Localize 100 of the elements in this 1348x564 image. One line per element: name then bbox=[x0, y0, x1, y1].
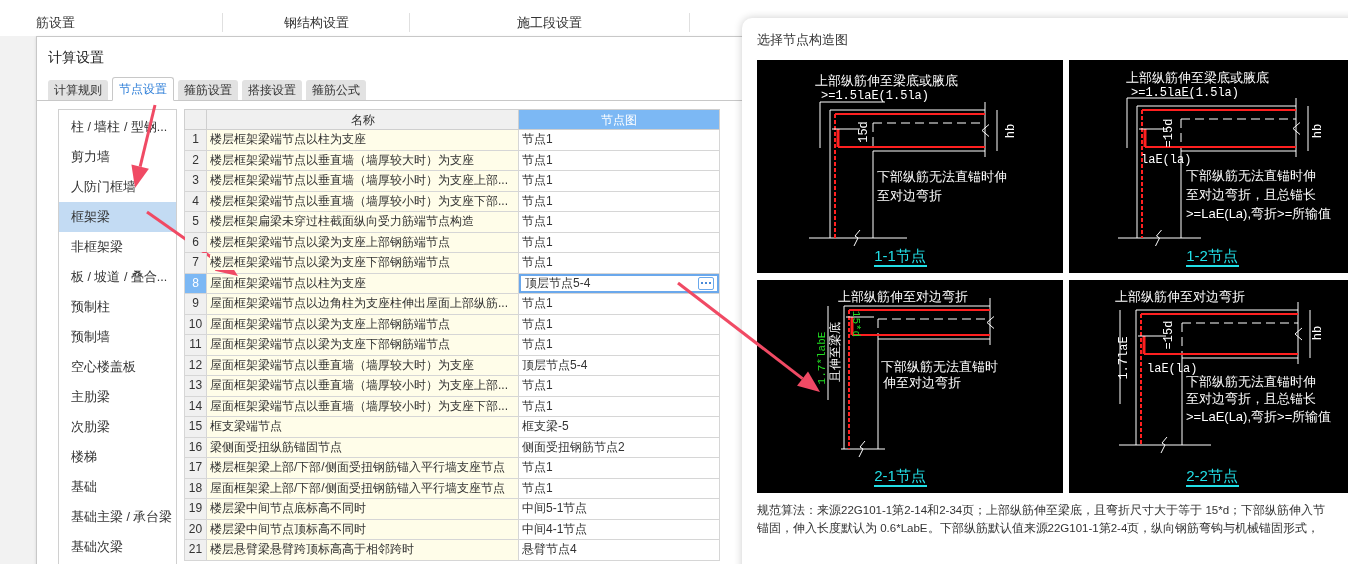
table-cell: 楼层框架扁梁未穿过柱截面纵向受力筋端节点构造 bbox=[210, 214, 474, 230]
row-number: 10 bbox=[185, 314, 207, 334]
description-text: 规范算法：来源22G101-1第2-14和2-34页；上部纵筋伸至梁底，且弯折尺寸大于等于 15*d；下部纵筋伸入节 bbox=[757, 503, 1326, 518]
row-number: 2 bbox=[185, 150, 207, 170]
tab[interactable]: 箍筋公式 bbox=[306, 80, 366, 100]
node-title-link[interactable]: 1-1节点 bbox=[874, 247, 926, 264]
category-item[interactable]: 预制柱 bbox=[59, 292, 176, 322]
tab[interactable]: 箍筋设置 bbox=[178, 80, 238, 100]
diagram-label: 下部纵筋无法直锚时伸 bbox=[1186, 168, 1316, 183]
header-tab[interactable]: 施工段设置 bbox=[517, 14, 582, 30]
dimension-label: >=1.5laE(1.5la) bbox=[821, 89, 930, 103]
table-cell: 屋面框架梁端节点以垂直墙（墙厚较大时）为支座 bbox=[210, 357, 474, 373]
field-value: 顶层节点5-4 bbox=[525, 275, 592, 291]
dialog-title: 计算设置 bbox=[47, 48, 105, 67]
dimension-label: hb bbox=[1311, 325, 1325, 341]
table-cell: 屋面框架梁端节点以梁为支座下部钢筋端节点 bbox=[210, 337, 450, 353]
header-tab[interactable]: 钢结构设置 bbox=[283, 14, 349, 30]
node-diagram-option[interactable]: 上部纵筋伸至梁底或腋底 >=1.5laE(1.5la) 15d hb 下部纵筋无法直锚时伸 至对边弯折 1-1节点 bbox=[757, 60, 1063, 273]
node-diagram-option[interactable]: 上部纵筋伸至对边弯折 1.7laE =15d hb laE(la) 下部纵筋无法直锚时伸 至对边弯折，且总锚长 >=LaE(La),弯折>=所输值 2-2节点 bbox=[1069, 280, 1348, 493]
category-item[interactable]: 楼梯 bbox=[59, 442, 176, 472]
category-item[interactable]: 基础次梁 bbox=[59, 532, 176, 562]
row-number: 12 bbox=[185, 355, 207, 375]
table-cell: 楼层梁中间节点顶标高不同时 bbox=[210, 521, 366, 537]
category-item[interactable]: 框架梁 bbox=[59, 202, 176, 232]
row-number: 9 bbox=[185, 294, 207, 314]
category-item[interactable]: 非框架梁 bbox=[59, 232, 176, 262]
row-number: 1 bbox=[185, 130, 207, 150]
tab[interactable]: 计算规则 bbox=[48, 80, 108, 100]
description-text: 锚固，伸入长度默认为 0.6*LabE。下部纵筋默认值来源22G101-1第2-4页，纵向钢筋弯钩与机械锚固形式， bbox=[757, 521, 1320, 536]
more-button[interactable] bbox=[698, 276, 714, 290]
table-cell: 楼层框架梁端节点以梁为支座上部钢筋端节点 bbox=[210, 234, 450, 250]
diagram-label: 伸至对边弯折 bbox=[883, 375, 961, 390]
category-item[interactable]: 板 / 坡道 / 叠合... bbox=[59, 262, 176, 292]
node-title-link[interactable]: 1-2节点 bbox=[1186, 247, 1238, 264]
table-cell: 框支梁端节点 bbox=[210, 419, 282, 435]
column-header[interactable]: 名称 bbox=[207, 110, 519, 129]
row-number: 8 bbox=[185, 273, 207, 293]
dimension-label: hb bbox=[1311, 123, 1325, 139]
table-cell: 屋面框架梁端节点以柱为支座 bbox=[210, 275, 366, 291]
diagram-label: 至对边弯折 bbox=[877, 188, 942, 203]
table-cell: 楼层框架梁端节点以垂直墙（墙厚较大时）为支座 bbox=[210, 152, 474, 168]
category-item[interactable]: 人防门框墙 bbox=[59, 172, 176, 202]
row-number: 14 bbox=[185, 396, 207, 416]
node-title-link[interactable]: 2-1节点 bbox=[874, 467, 926, 484]
diagram-label: 下部纵筋无法直锚时伸 bbox=[877, 169, 1007, 184]
diagram-label: 至对边弯折，且总锚长 bbox=[1186, 187, 1316, 202]
diagram-label: >=LaE(La),弯折>=所输值 bbox=[1186, 409, 1332, 424]
row-number: 7 bbox=[185, 253, 207, 273]
row-number: 17 bbox=[185, 458, 207, 478]
dimension-label: 15d bbox=[857, 121, 871, 143]
dimension-label: laE(la) bbox=[1141, 153, 1192, 167]
table-cell: 屋面框架梁端节点以梁为支座上部钢筋端节点 bbox=[210, 316, 450, 332]
row-number: 5 bbox=[185, 212, 207, 232]
table-cell: 屋面框架梁端节点以垂直墙（墙厚较小时）为支座下部... bbox=[210, 398, 508, 414]
table-cell: 楼层框架梁端节点以柱为支座 bbox=[210, 132, 366, 148]
node-title-link[interactable]: 2-2节点 bbox=[1186, 467, 1238, 484]
table-cell: 楼层悬臂梁悬臂跨顶标高高于相邻跨时 bbox=[210, 542, 414, 558]
dimension-label: hb bbox=[1004, 123, 1018, 139]
category-item[interactable]: 剪力墙 bbox=[59, 142, 176, 172]
table-cell: 楼层框架梁上部/下部/侧面受扭钢筋锚入平行墙支座节点 bbox=[210, 460, 505, 476]
table-cell: 楼层梁中间节点底标高不同时 bbox=[210, 501, 366, 517]
category-item[interactable]: 预制墙 bbox=[59, 322, 176, 352]
dimension-label: 15*d bbox=[850, 310, 862, 338]
row-number: 15 bbox=[185, 417, 207, 437]
row-number: 4 bbox=[185, 191, 207, 211]
table-cell: 屋面框架梁端节点以垂直墙（墙厚较小时）为支座上部... bbox=[210, 378, 508, 394]
table-cell: 楼层框架梁端节点以垂直墙（墙厚较小时）为支座下部... bbox=[210, 193, 508, 209]
diagram-label: 上部纵筋伸至对边弯折 bbox=[838, 289, 968, 304]
header-tab[interactable]: 筋设置 bbox=[36, 14, 75, 30]
table-cell: 楼层框架梁端节点以梁为支座下部钢筋端节点 bbox=[210, 255, 450, 271]
category-item[interactable]: 基础主梁 / 承台梁 bbox=[59, 502, 176, 532]
table-cell: 屋面框架梁上部/下部/侧面受扭钢筋锚入平行墙支座节点 bbox=[210, 480, 505, 496]
diagram-label: 上部纵筋伸至梁底或腋底 bbox=[815, 73, 958, 88]
row-number: 19 bbox=[185, 499, 207, 519]
category-item[interactable]: 主肋梁 bbox=[59, 382, 176, 412]
diagram-label: 上部纵筋伸至梁底或腋底 bbox=[1126, 70, 1269, 85]
dimension-label: laE(la) bbox=[1147, 362, 1198, 376]
category-item[interactable]: 空心楼盖板 bbox=[59, 352, 176, 382]
row-number: 13 bbox=[185, 376, 207, 396]
node-diagram-option[interactable]: 上部纵筋伸至对边弯折 1.7*labE 且伸至梁底 15*d 下部纵筋无法直锚时 伸至对边弯折 2-1节点 bbox=[757, 280, 1063, 493]
diagram-label: >=LaE(La),弯折>=所输值 bbox=[1186, 206, 1332, 221]
dimension-label: =15d bbox=[1162, 320, 1176, 350]
diagram-label: 下部纵筋无法直锚时 bbox=[881, 359, 998, 374]
tab[interactable]: 节点设置 bbox=[112, 77, 174, 101]
row-number: 21 bbox=[185, 540, 207, 560]
row-number: 20 bbox=[185, 519, 207, 539]
dimension-label: 1.7*labE bbox=[816, 331, 828, 385]
category-item[interactable]: 基础 bbox=[59, 472, 176, 502]
dimension-label: 且伸至梁底 bbox=[829, 322, 843, 382]
table-cell: 梁侧面受扭纵筋锚固节点 bbox=[210, 439, 342, 455]
dimension-label: 1.7laE bbox=[1117, 336, 1131, 380]
diagram-label: 下部纵筋无法直锚时伸 bbox=[1186, 374, 1316, 389]
node-diagram-option[interactable]: 上部纵筋伸至梁底或腋底 >=1.5laE(1.5la) =15d hb laE(la) 下部纵筋无法直锚时伸 至对边弯折，且总锚长 >=LaE(La),弯折>=所输值 1-2节点 bbox=[1069, 60, 1348, 273]
row-number: 16 bbox=[185, 437, 207, 457]
tab[interactable]: 搭接设置 bbox=[242, 80, 302, 100]
dimension-label: >=1.5laE(1.5la) bbox=[1131, 86, 1240, 100]
row-number: 18 bbox=[185, 478, 207, 498]
category-item[interactable]: 次肋梁 bbox=[59, 412, 176, 442]
diagram-label: 上部纵筋伸至对边弯折 bbox=[1115, 289, 1245, 304]
row-number: 3 bbox=[185, 171, 207, 191]
